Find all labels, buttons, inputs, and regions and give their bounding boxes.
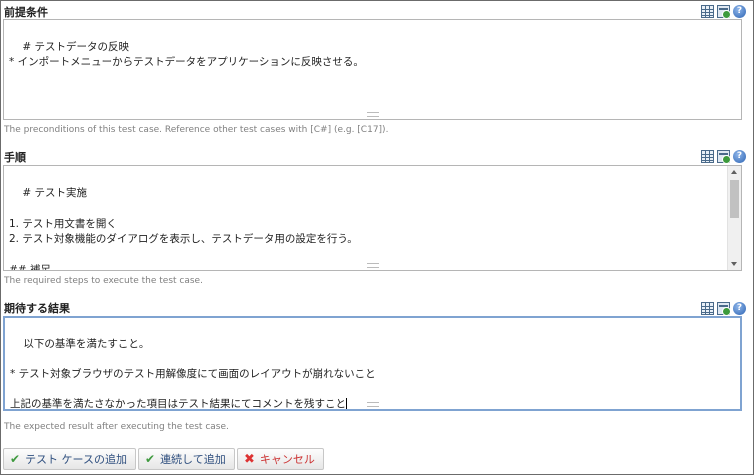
expected-label: 期待する結果 (4, 302, 70, 315)
preconditions-label: 前提条件 (4, 6, 48, 19)
cancel-label: キャンセル (259, 453, 315, 466)
add-next-button[interactable]: ✔ 連続して追加 (138, 448, 235, 470)
help-icon[interactable]: ? (733, 302, 746, 315)
resize-grip[interactable] (366, 112, 379, 117)
text-caret (346, 398, 347, 409)
scroll-thumb[interactable] (730, 180, 739, 218)
steps-toolbar: ? (701, 150, 746, 164)
resize-grip[interactable] (366, 402, 379, 407)
insert-image-icon[interactable] (717, 5, 731, 19)
expected-hint: The expected result after executing the … (4, 422, 229, 432)
steps-label: 手順 (4, 151, 26, 164)
scroll-up-icon[interactable] (731, 170, 737, 174)
expected-text: 以下の基準を満たすこと。 * テスト対象ブラウザのテスト用解像度にて画面のレイア… (10, 338, 376, 410)
steps-scrollbar[interactable] (727, 166, 741, 270)
table-icon[interactable] (701, 302, 714, 315)
check-icon: ✔ (10, 452, 21, 466)
steps-textarea[interactable]: # テスト実施 1. テスト用文書を開く 2. テスト対象機能のダイアログを表示… (3, 165, 742, 271)
close-icon: ✖ (244, 451, 255, 467)
table-icon[interactable] (701, 150, 714, 163)
add-next-label: 連続して追加 (160, 453, 226, 466)
preconditions-textarea[interactable]: # テストデータの反映 * インポートメニューからテストデータをアプリケーション… (3, 19, 742, 120)
help-icon[interactable]: ? (733, 150, 746, 163)
scroll-down-icon[interactable] (731, 262, 737, 266)
steps-hint: The required steps to execute the test c… (4, 276, 203, 286)
steps-text: # テスト実施 1. テスト用文書を開く 2. テスト対象機能のダイアログを表示… (9, 186, 358, 271)
expected-textarea[interactable]: 以下の基準を満たすこと。 * テスト対象ブラウザのテスト用解像度にて画面のレイア… (3, 316, 742, 411)
table-icon[interactable] (701, 5, 714, 18)
preconditions-toolbar: ? (701, 5, 746, 19)
check-icon: ✔ (145, 452, 156, 466)
cancel-button[interactable]: ✖ キャンセル (237, 448, 324, 470)
insert-image-icon[interactable] (717, 302, 731, 316)
preconditions-text: # テストデータの反映 * インポートメニューからテストデータをアプリケーション… (9, 40, 364, 69)
help-icon[interactable]: ? (733, 5, 746, 18)
add-test-case-button[interactable]: ✔ テスト ケースの追加 (3, 448, 137, 470)
resize-grip[interactable] (366, 263, 379, 268)
preconditions-hint: The preconditions of this test case. Ref… (4, 125, 389, 135)
add-test-case-label: テスト ケースの追加 (25, 453, 128, 466)
insert-image-icon[interactable] (717, 150, 731, 164)
expected-toolbar: ? (701, 302, 746, 316)
